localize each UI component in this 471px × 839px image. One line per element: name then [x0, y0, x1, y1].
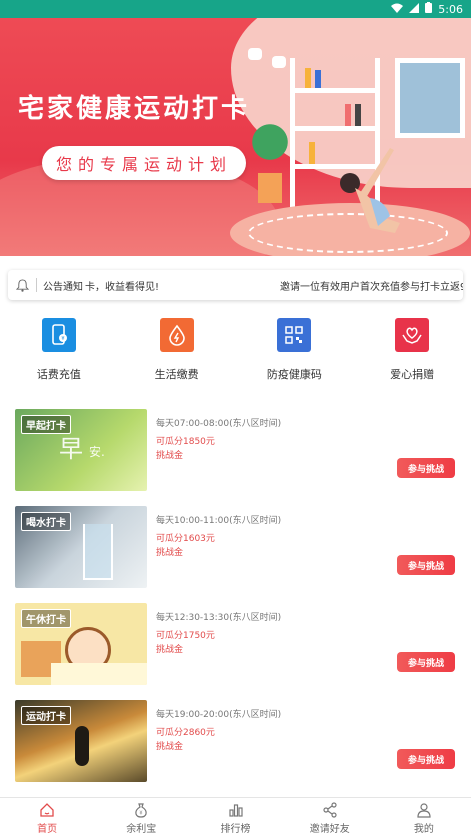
notice-text: 卡，收益看得见! — [85, 281, 160, 293]
task-thumbnail: 运动打卡 — [15, 700, 147, 782]
window-illustration — [395, 58, 465, 138]
runner-illustration — [75, 726, 89, 766]
join-challenge-button[interactable]: 参与挑战 — [397, 652, 455, 672]
task-thumbnail: 喝水打卡 — [15, 506, 147, 588]
plant-illustration — [245, 118, 295, 178]
grid-label: 生活缴费 — [154, 368, 199, 381]
task-card-nap[interactable]: 午休打卡 每天12:30-13:30(东八区时间) 可瓜分1750元 挑战金 参… — [15, 603, 460, 685]
task-prize-label: 挑战金 — [156, 645, 184, 655]
banner-carousel[interactable]: 宅家健康运动打卡 您的专属运动计划 — [0, 18, 471, 256]
grid-item-phone-recharge[interactable]: ¥ 话费充值 — [0, 318, 118, 388]
grid-item-charity[interactable]: 爱心捐赠 — [353, 318, 471, 388]
notice-label: 公告通知 — [43, 281, 83, 293]
grid-label: 防疫健康码 — [266, 368, 322, 381]
tab-label: 余利宝 — [126, 824, 157, 835]
thumbnail-decoration: 安. — [89, 445, 105, 459]
yoga-person-illustration — [340, 148, 400, 233]
lamp-icon — [248, 48, 262, 60]
money-bag-icon: ¥ — [135, 803, 148, 818]
glass-illustration — [83, 524, 113, 580]
task-thumbnail: 午休打卡 — [15, 603, 147, 685]
task-prize: 可瓜分2860元 — [156, 728, 215, 738]
plant-pot-illustration — [258, 173, 282, 203]
blanket-illustration — [51, 663, 147, 685]
thumbnail-decoration: 早 — [59, 435, 83, 463]
task-card-exercise[interactable]: 运动打卡 每天19:00-20:00(东八区时间) 可瓜分2860元 挑战金 参… — [15, 700, 460, 782]
status-bar: 5:06 — [0, 0, 471, 18]
join-challenge-button[interactable]: 参与挑战 — [397, 749, 455, 769]
bar-chart-icon — [228, 804, 243, 817]
svg-text:¥: ¥ — [61, 336, 64, 342]
task-time: 每天07:00-08:00(东八区时间) — [156, 419, 282, 429]
tab-mine[interactable]: 我的 — [377, 798, 471, 839]
banner-subtitle: 您的专属运动计划 — [42, 146, 247, 180]
user-icon — [417, 803, 431, 818]
task-card-water[interactable]: 喝水打卡 每天10:00-11:00(东八区时间) 可瓜分1603元 挑战金 参… — [15, 506, 460, 588]
notice-text-scrolling: 邀请一位有效用户首次充值参与打卡立返9.9元现金，习惯养成打卡 — [280, 281, 463, 293]
banner-title: 宅家健康运动打卡 — [18, 94, 251, 124]
task-thumbnail: 早 安. 早起打卡 — [15, 409, 147, 491]
qr-code-icon — [277, 318, 312, 352]
task-tag: 喝水打卡 — [21, 512, 71, 531]
grid-item-utilities[interactable]: 生活缴费 — [118, 318, 236, 388]
divider — [36, 278, 37, 292]
grid-label: 爱心捐赠 — [390, 368, 435, 381]
task-time: 每天19:00-20:00(东八区时间) — [156, 710, 282, 720]
wifi-icon — [391, 3, 404, 16]
task-prize-label: 挑战金 — [156, 742, 184, 752]
task-prize: 可瓜分1603元 — [156, 534, 215, 544]
lamp-icon — [272, 56, 286, 68]
task-tag: 午休打卡 — [21, 609, 71, 628]
tab-label: 邀请好友 — [309, 824, 350, 835]
task-tag: 运动打卡 — [21, 706, 71, 725]
notice-bar[interactable]: 公告通知 卡，收益看得见! 邀请一位有效用户首次充值参与打卡立返9.9元现金，习… — [8, 270, 463, 300]
grid-item-health-code[interactable]: 防疫健康码 — [236, 318, 354, 388]
task-tag: 早起打卡 — [21, 415, 71, 434]
join-challenge-button[interactable]: 参与挑战 — [397, 458, 455, 478]
tab-label: 排行榜 — [220, 824, 251, 835]
tab-yulibao[interactable]: ¥ 余利宝 — [94, 798, 188, 839]
battery-icon — [425, 2, 433, 16]
heart-hands-icon — [395, 318, 430, 352]
share-icon — [323, 802, 337, 818]
bell-icon — [8, 278, 36, 292]
grid-label: 话费充值 — [36, 368, 81, 381]
tab-label: 首页 — [37, 824, 58, 835]
task-time: 每天10:00-11:00(东八区时间) — [156, 516, 282, 526]
task-card-morning[interactable]: 早 安. 早起打卡 每天07:00-08:00(东八区时间) 可瓜分1850元 … — [15, 409, 460, 491]
tab-ranking[interactable]: 排行榜 — [188, 798, 282, 839]
water-drop-icon — [159, 318, 194, 352]
phone-recharge-icon: ¥ — [41, 318, 76, 352]
status-time: 5:06 — [438, 2, 463, 16]
task-prize-label: 挑战金 — [156, 548, 184, 558]
join-challenge-button[interactable]: 参与挑战 — [397, 555, 455, 575]
task-prize-label: 挑战金 — [156, 451, 184, 461]
task-prize: 可瓜分1850元 — [156, 437, 215, 447]
signal-icon — [409, 2, 420, 16]
tab-label: 我的 — [413, 824, 434, 835]
tab-home[interactable]: 首页 — [0, 798, 94, 839]
task-time: 每天12:30-13:30(东八区时间) — [156, 613, 282, 623]
feature-grid: ¥ 话费充值 生活缴费 防疫健康码 爱心捐赠 — [0, 318, 471, 388]
bottom-tab-bar: 首页 ¥ 余利宝 排行榜 邀请好友 我的 — [0, 797, 471, 839]
task-prize: 可瓜分1750元 — [156, 631, 215, 641]
svg-text:¥: ¥ — [140, 811, 143, 817]
home-icon — [40, 803, 54, 817]
tab-invite[interactable]: 邀请好友 — [283, 798, 377, 839]
